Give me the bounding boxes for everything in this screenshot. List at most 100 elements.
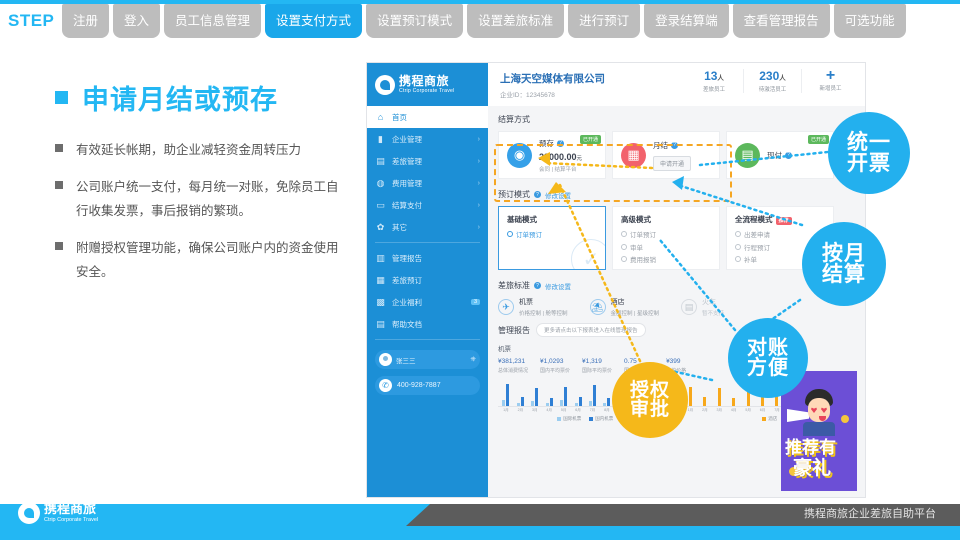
settlement-card-0[interactable]: 已开通 ◉ 预存? 23000.00元 会同 | 结算平台 — [498, 131, 606, 179]
legend-entry: 国内机票 — [589, 416, 613, 422]
sidebar-item-3[interactable]: ◍ 费用管理 › — [367, 172, 488, 194]
report-kpi-2: ¥1,319 国际平均票价 — [582, 358, 612, 374]
footer-brand-en: Ctrip Corporate Travel — [44, 517, 99, 523]
check-circle-icon — [507, 231, 513, 237]
standard-item-2[interactable]: ▤ 火车 暂不支持 — [681, 297, 724, 317]
settlement-title-text: 结算方式 — [498, 115, 530, 124]
stat-caption: 待激活员工 — [758, 87, 787, 93]
settlement-card-title: 预存 — [539, 138, 554, 148]
stat-value: 13人 — [704, 69, 724, 83]
help-icon[interactable]: ? — [557, 139, 564, 147]
step-chip-0[interactable]: 注册 — [62, 4, 110, 38]
selected-check-icon: ✓ — [571, 239, 605, 269]
check-circle-icon — [621, 256, 627, 262]
booking-mode-title: 高级模式 — [621, 215, 651, 224]
power-icon[interactable]: ⎈ — [470, 356, 476, 364]
footer-brand-cn: 携程商旅 — [44, 501, 97, 516]
bar-国际机票 — [502, 399, 506, 406]
booking-mode-card-0[interactable]: 基础模式 订单预订 ✓ — [498, 206, 606, 270]
help-icon[interactable]: ? — [785, 151, 792, 159]
callout-unified-invoice: 统一 开票 — [828, 112, 910, 194]
check-circle-icon — [621, 231, 627, 237]
bar-国际机票 — [531, 400, 535, 406]
bullet-text-0: 有效延长帐期，助企业减轻资金周转压力 — [76, 143, 302, 157]
step-chip-7[interactable]: 登录结算端 — [644, 4, 729, 38]
calendar-icon: ▦ — [376, 274, 385, 285]
report-header: 管理报告 更多请点击以下报表进入在线管理报告 — [498, 323, 857, 337]
standard-item-1[interactable]: ⛱ 酒店 金额控制 | 星级控制 — [589, 297, 659, 317]
app-header: 携程商旅 Ctrip Corporate Travel 上海天空媒体有限公司 企… — [367, 63, 865, 106]
step-chip-4[interactable]: 设置预订模式 — [366, 4, 464, 38]
sidebar-item-5[interactable]: ✿ 其它 › — [367, 216, 488, 238]
standards-edit-link[interactable]: 修改设置 — [545, 281, 571, 291]
step-chip-2[interactable]: 员工信息管理 — [164, 4, 262, 38]
callout-easy-reconciliation: 对账 方便 — [728, 318, 808, 398]
building-icon: ▮ — [378, 133, 383, 144]
booking-section-title: 预订模式 ? 修改设置 — [498, 189, 857, 200]
kpi-value: ¥1,0293 — [540, 358, 564, 365]
sidebar-item-1[interactable]: ▮ 企业管理 › — [367, 128, 488, 150]
step-chip-6[interactable]: 进行预订 — [568, 4, 641, 38]
booking-mode-item-label: 费用报销 — [630, 257, 656, 264]
kpi-value: ¥1,319 — [582, 358, 602, 365]
apply-open-button[interactable]: 申请开通 — [653, 155, 692, 171]
sidebar-item-4[interactable]: ▭ 结算支付 › — [367, 194, 488, 216]
booking-edit-link[interactable]: 修改设置 — [545, 190, 571, 200]
sidebar-secondary-item-2[interactable]: ▩ 企业福利 3 — [367, 291, 488, 313]
help-icon[interactable]: ? — [534, 191, 541, 198]
sidebar-secondary-item-3[interactable]: ▤ 帮助文档 — [367, 313, 488, 335]
standard-item-0[interactable]: ✈ 机票 价格控制 | 舱等控制 — [498, 297, 568, 317]
bullet-item-2: 附赠授权管理功能，确保公司账户内的资金使用安全。 — [55, 236, 350, 284]
footer-blue-strip — [0, 526, 960, 540]
settlement-card-2[interactable]: 已开通 ▤ 现付? — [726, 131, 834, 179]
employee-stat-2[interactable]: + 新增员工 — [801, 68, 859, 93]
sidebar-phone-card[interactable]: ✆ 400-928-7887 — [375, 376, 480, 395]
report-hint[interactable]: 更多请点击以下报表进入在线管理报告 — [536, 323, 646, 337]
bar-国际机票 — [574, 402, 578, 406]
sidebar-secondary-item-1[interactable]: ▦ 差旅预订 — [367, 269, 488, 291]
booking-mode-item-label: 订单预订 — [516, 232, 542, 239]
booking-mode-item-label: 订单预订 — [630, 232, 656, 239]
bullet-square-icon — [55, 242, 63, 250]
step-chip-3[interactable]: 设置支付方式 — [265, 4, 363, 38]
sidebar-item-2[interactable]: ▤ 差旅管理 › — [367, 150, 488, 172]
bullet-text-1: 公司账户统一支付，每月统一对账，免除员工自行收集发票，事后报销的繁琐。 — [76, 180, 339, 218]
x-tick: 6月 — [759, 408, 766, 412]
book-icon: ▤ — [376, 318, 385, 329]
title-bullet-icon — [55, 91, 68, 104]
step-chip-1[interactable]: 登入 — [113, 4, 161, 38]
bar-国际机票 — [560, 399, 564, 406]
kpi-value: ¥399 — [666, 358, 681, 365]
employee-stat-0[interactable]: 13人 差旅员工 — [685, 69, 743, 93]
plane-icon: ✈ — [498, 299, 514, 315]
sidebar-secondary-item-0[interactable]: ▥ 管理报告 — [367, 247, 488, 269]
step-chip-list: 注册 登入 员工信息管理 设置支付方式 设置预订模式 设置差旅标准 进行预订 登录结算端 查看管… — [62, 4, 906, 38]
booking-mode-card-1[interactable]: 高级模式订单预订审单费用报销 — [612, 206, 720, 270]
promo-character — [787, 389, 839, 436]
booking-mode-item-label: 审单 — [630, 244, 643, 252]
help-icon-2[interactable]: ? — [534, 282, 541, 289]
help-icon[interactable]: ? — [671, 141, 678, 149]
train-icon: ▤ — [681, 299, 697, 315]
step-chip-5[interactable]: 设置差旅标准 — [467, 4, 565, 38]
bar-国内机票 — [578, 397, 582, 406]
x-tick: 7月 — [589, 408, 596, 412]
bullet-text-2: 附赠授权管理功能，确保公司账户内的资金使用安全。 — [76, 241, 339, 279]
bar-group — [529, 381, 541, 406]
employee-stat-1[interactable]: 230人 待激活员工 — [743, 69, 801, 93]
booking-mode-item-label: 费用报销 — [744, 267, 770, 270]
check-circle-icon — [735, 243, 741, 250]
receipt-icon: ▤ — [735, 142, 760, 168]
callout-line-1: 对账 — [747, 336, 789, 359]
kpi-caption: 国内平均票价 — [540, 368, 571, 374]
sidebar-item-0[interactable]: ⌂ 首页 — [367, 106, 488, 128]
step-chip-9[interactable]: 可选功能 — [833, 4, 906, 38]
standard-name: 酒店 — [610, 299, 625, 306]
step-chip-8[interactable]: 查看管理报告 — [732, 4, 830, 38]
sidebar-item-label: 管理报告 — [392, 253, 422, 263]
status-badge: 已开通 — [807, 135, 829, 144]
sidebar-user-card[interactable]: 张三三 ⎈ — [375, 350, 480, 369]
wallet-icon: ◍ — [376, 177, 385, 188]
settlement-card-1[interactable]: ▦ 月结? 申请开通 — [612, 131, 720, 179]
settlement-amount-unit: 元 — [576, 155, 583, 162]
